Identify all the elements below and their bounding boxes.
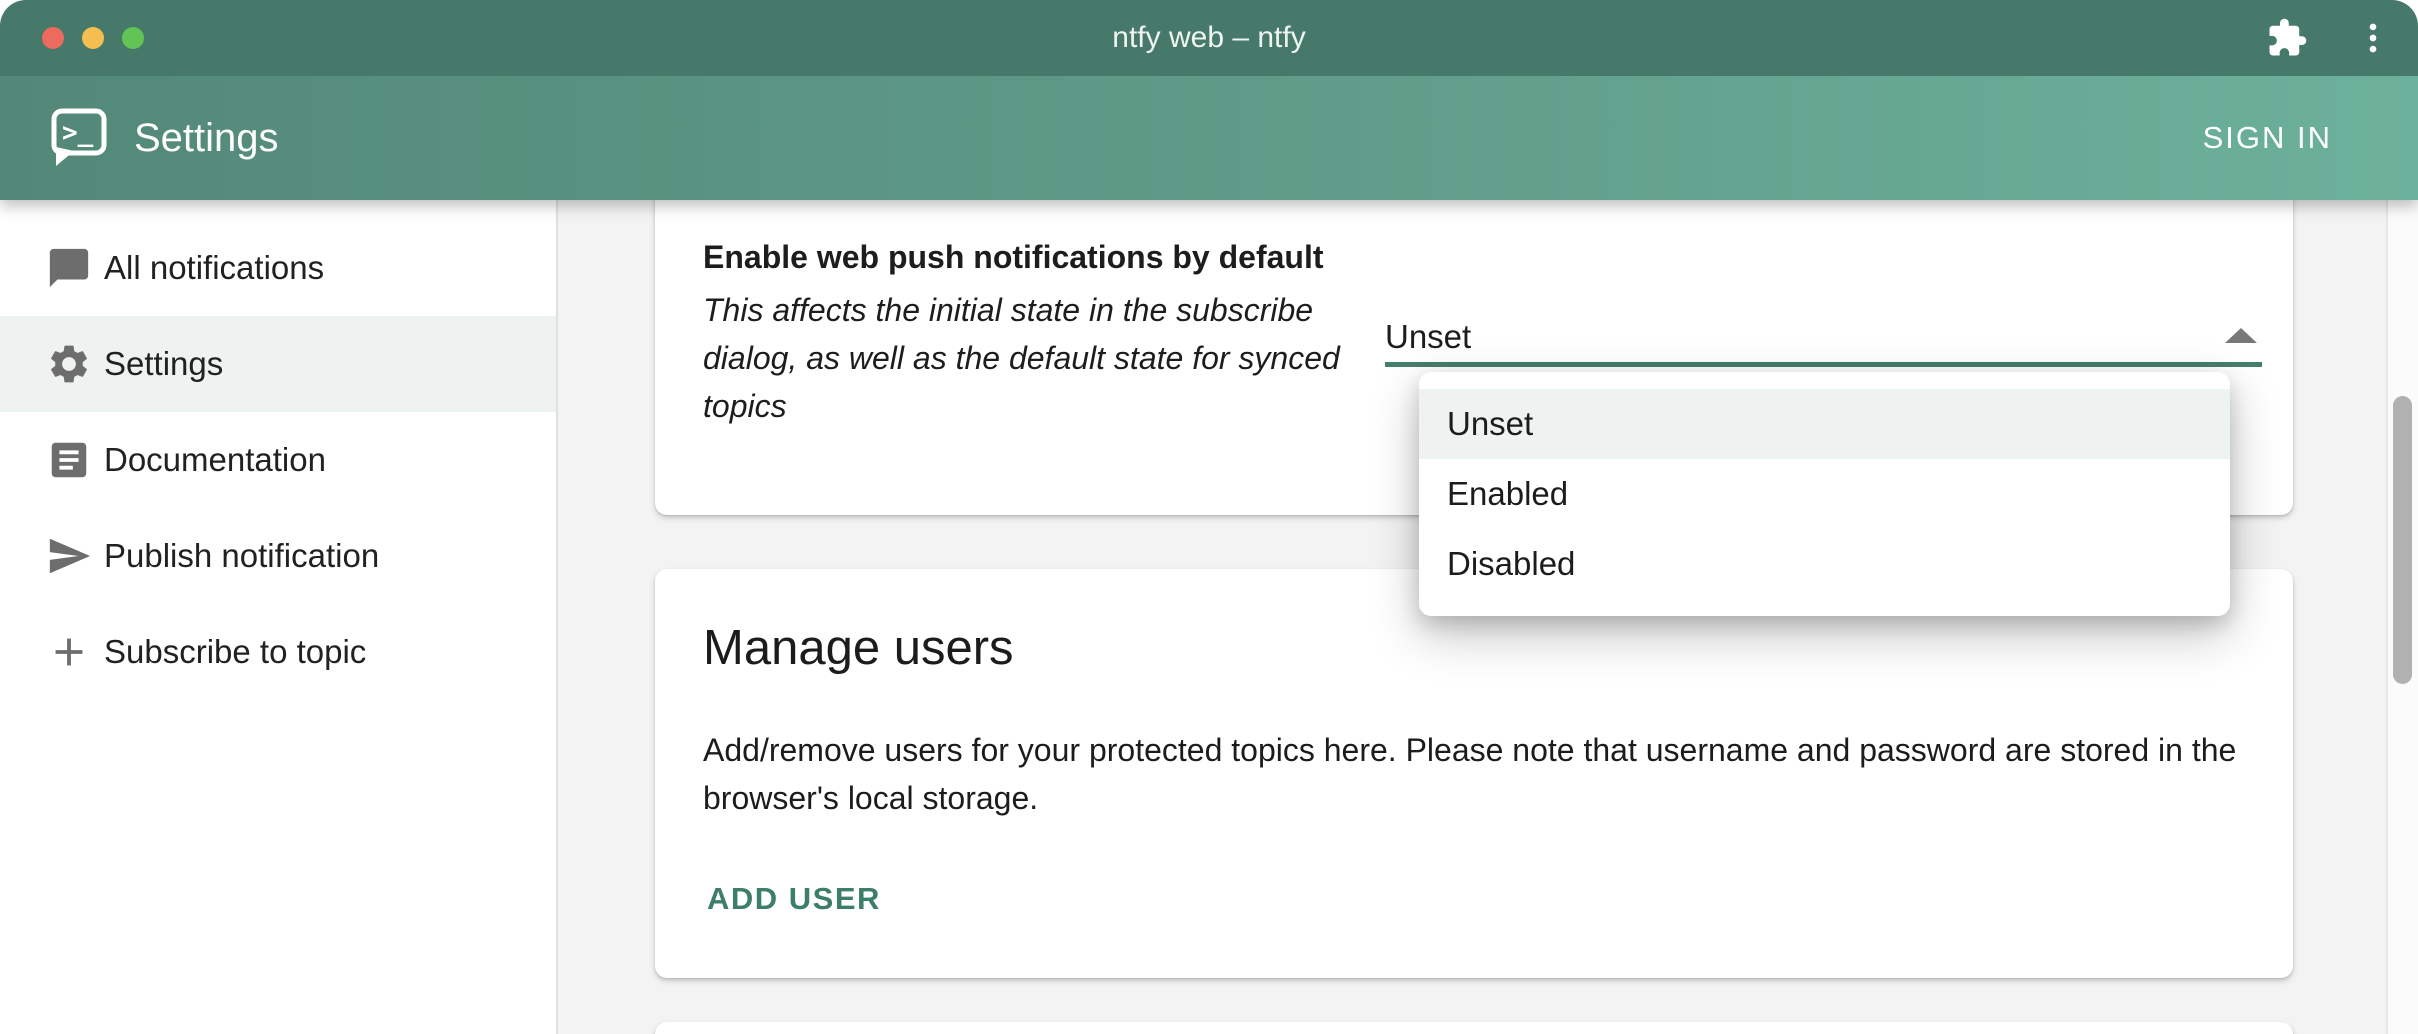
menu-option-enabled[interactable]: Enabled	[1419, 459, 2230, 529]
select-value: Unset	[1385, 313, 1471, 361]
manage-users-description: Add/remove users for your protected topi…	[703, 726, 2263, 822]
gear-icon	[46, 341, 92, 387]
sidebar-item-all-notifications[interactable]: All notifications	[0, 220, 556, 316]
manage-users-heading: Manage users	[703, 614, 1014, 682]
sidebar-item-label: Documentation	[104, 412, 326, 508]
ntfy-logo-icon: >_	[50, 107, 108, 169]
window-titlebar: ntfy web – ntfy	[0, 0, 2418, 76]
webpush-default-select[interactable]: Unset	[1385, 298, 2262, 368]
vertical-scrollbar[interactable]	[2386, 200, 2418, 1034]
sidebar-item-publish-notification[interactable]: Publish notification	[0, 508, 556, 604]
sidebar-item-settings[interactable]: Settings	[0, 316, 556, 412]
select-dropdown-menu: Unset Enabled Disabled	[1419, 372, 2230, 616]
webpush-setting-description: This affects the initial state in the su…	[703, 286, 1403, 430]
menu-option-unset[interactable]: Unset	[1419, 389, 2230, 459]
select-underline	[1385, 362, 2262, 367]
svg-text:>_: >_	[62, 118, 94, 148]
sidebar-item-label: Settings	[104, 316, 223, 412]
scrollbar-thumb[interactable]	[2393, 396, 2412, 684]
extensions-puzzle-icon[interactable]	[2266, 17, 2308, 59]
webpush-setting-heading: Enable web push notifications by default	[703, 233, 1324, 281]
browser-menu-kebab-icon[interactable]	[2354, 19, 2392, 57]
sidebar-item-label: All notifications	[104, 220, 324, 316]
sidebar-item-label: Publish notification	[104, 508, 379, 604]
article-icon	[46, 437, 92, 483]
page-title: Settings	[134, 116, 279, 161]
plus-icon	[46, 629, 92, 675]
content-area: All notifications Settings Documentation…	[0, 200, 2418, 1034]
add-user-button[interactable]: ADD USER	[691, 869, 897, 929]
chat-icon	[46, 245, 92, 291]
menu-option-disabled[interactable]: Disabled	[1419, 529, 2230, 599]
sidebar-item-subscribe-to-topic[interactable]: Subscribe to topic	[0, 604, 556, 700]
kebab-icon	[2354, 19, 2392, 57]
manage-users-card: Manage users Add/remove users for your p…	[655, 569, 2293, 978]
sign-in-button[interactable]: SIGN IN	[2197, 76, 2338, 200]
arrow-drop-up-icon	[2225, 328, 2257, 343]
send-icon	[46, 533, 92, 579]
sidebar-item-label: Subscribe to topic	[104, 604, 366, 700]
puzzle-icon	[2266, 17, 2308, 59]
sidebar-nav: All notifications Settings Documentation…	[0, 200, 558, 1034]
sidebar-item-documentation[interactable]: Documentation	[0, 412, 556, 508]
app-header: >_ Settings SIGN IN	[0, 76, 2418, 200]
window-title: ntfy web – ntfy	[0, 0, 2418, 76]
next-settings-card-partial	[655, 1022, 2293, 1034]
browser-window: ntfy web – ntfy >_ Settings SIGN IN	[0, 0, 2418, 1034]
